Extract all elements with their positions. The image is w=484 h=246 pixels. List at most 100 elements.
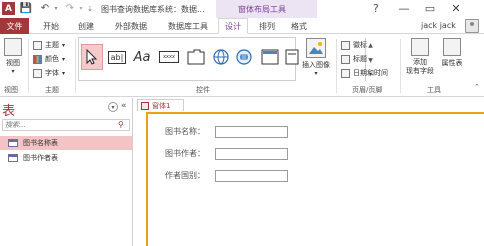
- logo-button[interactable]: 徽标: [341, 40, 367, 50]
- group-label-views: 视图: [4, 86, 18, 94]
- option-group-control-icon[interactable]: [284, 44, 300, 70]
- property-sheet-icon: [443, 38, 461, 56]
- field-label-book-author: 图书作者：: [165, 149, 205, 158]
- tab-format[interactable]: 格式: [285, 18, 313, 34]
- view-dropdown-icon: ▾: [11, 68, 15, 75]
- datetime-label: 日期和时间: [353, 69, 388, 77]
- ribbon-tab-row: 文件 开始 创建 外部数据 数据库工具 设计 排列 格式 jack jack: [0, 18, 484, 34]
- image-icon: [306, 38, 326, 58]
- property-sheet-button[interactable]: 属性表: [438, 38, 466, 68]
- help-button[interactable]: ?: [373, 2, 379, 15]
- add-existing-fields-label: 添加 现有字段: [406, 58, 434, 75]
- customize-toolbar-icon[interactable]: ⇣: [86, 2, 94, 15]
- button-control-icon[interactable]: xxxx: [158, 44, 180, 70]
- tab-create[interactable]: 创建: [70, 18, 102, 34]
- form-layout-canvas: 图书名称： 图书作者： 作者国别：: [146, 112, 484, 246]
- fonts-label: 字体: [45, 69, 59, 77]
- nav-item-label: 图书名称表: [23, 139, 58, 147]
- tab-external-data[interactable]: 外部数据: [106, 18, 156, 34]
- tab-database-tools[interactable]: 数据库工具: [160, 18, 216, 34]
- add-existing-fields-button[interactable]: 添加 现有字段: [403, 38, 437, 76]
- field-label-author-country: 作者国别：: [165, 171, 205, 180]
- title-label: 标题: [353, 55, 367, 63]
- author-country-field[interactable]: [215, 170, 288, 182]
- group-label-header-footer: 页眉/页脚: [352, 86, 383, 94]
- document-area: 窗体1 图书名称： 图书作者： 作者国别：: [133, 98, 484, 246]
- logo-icon: [341, 40, 350, 50]
- search-icon[interactable]: ⚲: [118, 120, 124, 129]
- redo-icon[interactable]: ↷: [63, 2, 77, 15]
- restore-button[interactable]: ▭: [420, 1, 440, 16]
- table-icon: [8, 154, 18, 162]
- fonts-button[interactable]: 字体 ▾: [33, 68, 65, 78]
- colors-label: 颜色: [45, 55, 59, 63]
- close-button[interactable]: ✕: [446, 1, 466, 16]
- context-tool-title: 窗体布局工具: [238, 5, 286, 14]
- table-icon: [8, 139, 18, 147]
- label-control-icon[interactable]: Aa: [131, 44, 153, 70]
- fonts-icon: [33, 68, 42, 78]
- book-author-field[interactable]: [215, 148, 288, 160]
- view-button-label: 视图: [6, 59, 20, 67]
- access-logo-icon: A: [2, 2, 15, 15]
- minimize-button[interactable]: —: [394, 1, 414, 16]
- title-icon: [341, 54, 350, 64]
- navigation-control-icon[interactable]: [259, 44, 281, 70]
- group-label-tools: 工具: [427, 86, 441, 94]
- nav-item-table[interactable]: 图书作者表: [0, 151, 132, 165]
- ribbon: 视图 ▾ 视图 主题 ▾ 颜色 ▾ 字体 ▾ 主题 ab| Aa xxxx ▲ …: [0, 35, 484, 97]
- tab-design[interactable]: 设计: [218, 18, 248, 34]
- form-icon: [141, 101, 149, 110]
- view-icon: [4, 38, 22, 56]
- save-icon[interactable]: 💾: [20, 2, 32, 15]
- group-label-themes: 主题: [45, 86, 59, 94]
- field-label-book-name: 图书名称：: [165, 127, 205, 136]
- hyperlink-control-icon[interactable]: [210, 44, 232, 70]
- themes-label: 主题: [45, 41, 59, 49]
- collapse-ribbon-icon[interactable]: ⌃: [474, 83, 480, 91]
- user-name[interactable]: jack jack: [421, 21, 456, 30]
- insert-image-dropdown-icon: ▾: [314, 70, 318, 77]
- property-sheet-label: 属性表: [441, 59, 463, 67]
- view-button[interactable]: 视图 ▾: [3, 38, 23, 75]
- insert-image-label: 插入图像: [302, 61, 330, 69]
- nav-search-input[interactable]: [2, 119, 130, 131]
- document-title: 图书查询数据库系统：数据...: [101, 5, 205, 14]
- logo-label: 徽标: [353, 41, 367, 49]
- title-button[interactable]: 标题: [341, 54, 367, 64]
- nav-pane-title: 表: [2, 104, 16, 119]
- undo-icon[interactable]: ↶: [38, 2, 52, 15]
- group-separator: [75, 39, 76, 93]
- tab-control-icon[interactable]: [185, 44, 207, 70]
- tab-home[interactable]: 开始: [36, 18, 66, 34]
- calendar-icon: [341, 68, 350, 78]
- insert-image-button[interactable]: 插入图像 ▾: [299, 38, 333, 77]
- datetime-button[interactable]: 日期和时间: [341, 68, 388, 78]
- group-separator: [400, 39, 401, 93]
- tab-arrange[interactable]: 排列: [253, 18, 281, 34]
- group-label-controls: 控件: [196, 86, 210, 94]
- user-avatar[interactable]: [465, 19, 479, 33]
- navigation-pane: 表 ▾ « ⚲ 图书名称表 图书作者表: [0, 98, 133, 246]
- book-name-field[interactable]: [215, 126, 288, 138]
- document-tab[interactable]: 窗体1: [137, 99, 184, 111]
- document-tab-label: 窗体1: [152, 101, 171, 110]
- nav-item-label: 图书作者表: [23, 154, 58, 162]
- nav-menu-icon[interactable]: ▾: [108, 102, 118, 112]
- redo-dropdown-icon[interactable]: ▾: [78, 2, 84, 15]
- colors-icon: [33, 54, 42, 64]
- colors-button[interactable]: 颜色 ▾: [33, 54, 65, 64]
- controls-gallery: ab| Aa xxxx ▲ ▼ ▾: [78, 37, 373, 81]
- group-separator: [28, 39, 29, 93]
- add-fields-icon: [411, 38, 429, 56]
- tab-file[interactable]: 文件: [0, 18, 29, 34]
- nav-collapse-icon[interactable]: «: [121, 101, 127, 111]
- group-separator: [336, 39, 337, 93]
- textbox-control-icon[interactable]: ab|: [106, 44, 128, 70]
- select-pointer-icon[interactable]: [81, 44, 103, 70]
- web-browser-control-icon[interactable]: [233, 44, 255, 70]
- undo-dropdown-icon[interactable]: ▾: [53, 2, 59, 15]
- themes-button[interactable]: 主题 ▾: [33, 40, 65, 50]
- nav-item-table[interactable]: 图书名称表: [0, 136, 132, 150]
- themes-icon: [33, 40, 42, 50]
